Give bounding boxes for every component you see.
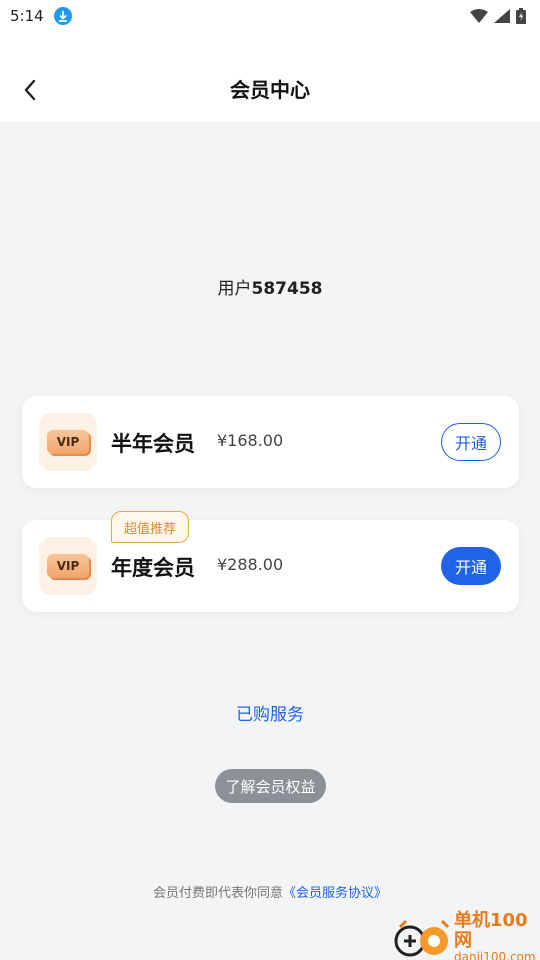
status-icons (470, 8, 526, 24)
purchased-services-link[interactable]: 已购服务 (0, 700, 540, 725)
signal-icon (494, 9, 510, 23)
vip-badge-label: VIP (47, 554, 89, 578)
recommend-tag: 超值推荐 (111, 511, 190, 543)
page-title: 会员中心 (230, 78, 310, 102)
watermark-cn: 单机100网 (454, 910, 528, 951)
watermark: 单机100网 danji100.com (392, 911, 540, 960)
open-button-half-year[interactable]: 开通 (441, 423, 501, 461)
status-bar: 5:14 (0, 0, 540, 32)
wifi-icon (470, 9, 488, 23)
plan-card-annual: VIP 年度会员 ¥288.00 开通 (22, 520, 519, 612)
app-header: 会员中心 (0, 32, 540, 122)
battery-icon (516, 8, 526, 24)
status-time: 5:14 (10, 7, 44, 25)
learn-benefits-button[interactable]: 了解会员权益 (215, 769, 326, 803)
plan-name: 年度会员 (111, 556, 195, 580)
agreement-notice: 会员付费即代表你同意《会员服务协议》 (0, 882, 540, 901)
user-id: 587458 (251, 279, 323, 299)
download-icon (53, 7, 72, 25)
watermark-logo-icon (392, 917, 452, 959)
vip-icon: VIP (39, 537, 97, 595)
user-info: 用户587458 (0, 274, 540, 299)
plan-price: ¥168.00 (217, 431, 284, 450)
vip-badge-label: VIP (47, 430, 89, 454)
plan-card-half-year: VIP 半年会员 ¥168.00 开通 (22, 396, 519, 488)
agreement-link[interactable]: 《会员服务协议》 (283, 886, 387, 901)
vip-icon: VIP (39, 413, 97, 471)
plan-name: 半年会员 (111, 432, 195, 456)
watermark-en: danji100.com (454, 949, 536, 960)
agreement-text: 会员付费即代表你同意 (152, 886, 283, 901)
open-button-annual[interactable]: 开通 (441, 547, 501, 585)
plan-price: ¥288.00 (217, 555, 284, 574)
user-prefix: 用户 (217, 279, 252, 299)
